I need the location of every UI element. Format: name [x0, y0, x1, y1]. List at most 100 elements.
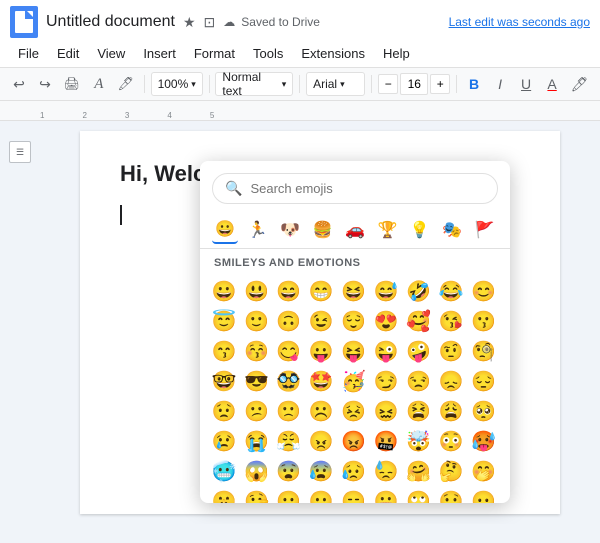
print-button[interactable]: 🖨 [60, 72, 84, 96]
menu-edit[interactable]: Edit [49, 42, 87, 65]
emoji-cell[interactable]: 🥸 [275, 367, 303, 395]
emoji-cell[interactable]: 😦 [470, 487, 498, 503]
emoji-cell[interactable]: 😒 [405, 367, 433, 395]
spellcheck-button[interactable]: A [88, 72, 110, 96]
emoji-search-input[interactable] [250, 181, 485, 196]
emoji-cell[interactable]: 😟 [210, 397, 238, 425]
italic-button[interactable]: I [489, 72, 511, 96]
emoji-cell[interactable]: 😰 [307, 457, 335, 485]
emoji-cell[interactable]: 😖 [372, 397, 400, 425]
emoji-cell[interactable]: 😗 [470, 307, 498, 335]
emoji-cell[interactable]: 😉 [307, 307, 335, 335]
category-travel[interactable]: 🚗 [342, 216, 368, 244]
star-icon[interactable]: ★ [181, 12, 198, 33]
menu-tools[interactable]: Tools [245, 42, 291, 65]
zoom-select[interactable]: 100% ▾ [151, 72, 203, 96]
emoji-cell[interactable]: 😨 [275, 457, 303, 485]
emoji-cell[interactable]: 😯 [437, 487, 465, 503]
emoji-cell[interactable]: 😱 [242, 457, 270, 485]
menu-view[interactable]: View [89, 42, 133, 65]
page-area[interactable]: Hi, Welcome to The Techviral! 🔍 😀 🏃 🐶 🍔 … [40, 121, 600, 524]
document-page[interactable]: Hi, Welcome to The Techviral! 🔍 😀 🏃 🐶 🍔 … [80, 131, 560, 514]
menu-extensions[interactable]: Extensions [293, 42, 373, 65]
style-select[interactable]: Normal text ▾ [215, 72, 293, 96]
emoji-cell[interactable]: 😝 [340, 337, 368, 365]
emoji-cell[interactable]: 😂 [437, 277, 465, 305]
emoji-cell[interactable]: 😋 [275, 337, 303, 365]
emoji-cell[interactable]: 🥳 [340, 367, 368, 395]
emoji-cell[interactable]: 🤓 [210, 367, 238, 395]
underline-button[interactable]: U [515, 72, 537, 96]
emoji-cell[interactable]: 🤭 [470, 457, 498, 485]
emoji-cell[interactable]: 🙁 [275, 397, 303, 425]
text-color-button[interactable]: A [541, 72, 563, 96]
emoji-cell[interactable]: 😘 [437, 307, 465, 335]
emoji-cell[interactable]: 😶 [275, 487, 303, 503]
emoji-cell[interactable]: 😜 [372, 337, 400, 365]
emoji-cell[interactable]: 🤥 [242, 487, 270, 503]
emoji-cell[interactable]: 😃 [242, 277, 270, 305]
emoji-cell[interactable]: 😅 [372, 277, 400, 305]
undo-button[interactable]: ↩ [8, 72, 30, 96]
emoji-cell[interactable]: 😓 [372, 457, 400, 485]
emoji-cell[interactable]: 😚 [242, 337, 270, 365]
emoji-cell[interactable]: 🥰 [405, 307, 433, 335]
emoji-cell[interactable]: 😁 [307, 277, 335, 305]
emoji-cell[interactable]: 🤨 [437, 337, 465, 365]
emoji-cell[interactable]: 😠 [307, 427, 335, 455]
redo-button[interactable]: ↪ [34, 72, 56, 96]
emoji-cell[interactable]: 😙 [210, 337, 238, 365]
emoji-cell[interactable]: 😇 [210, 307, 238, 335]
emoji-cell[interactable]: 😬 [372, 487, 400, 503]
emoji-cell[interactable]: 🥺 [470, 397, 498, 425]
font-size-input[interactable] [400, 73, 428, 95]
emoji-cell[interactable]: 😥 [340, 457, 368, 485]
category-symbols[interactable]: 🎭 [439, 216, 465, 244]
emoji-cell[interactable]: 😄 [275, 277, 303, 305]
emoji-cell[interactable]: 🤩 [307, 367, 335, 395]
emoji-cell[interactable]: 😭 [242, 427, 270, 455]
bold-button[interactable]: B [463, 72, 485, 96]
font-size-decrease[interactable]: − [378, 74, 398, 94]
emoji-cell[interactable]: 🤯 [405, 427, 433, 455]
emoji-cell[interactable]: 🤬 [372, 427, 400, 455]
emoji-cell[interactable]: 🧐 [470, 337, 498, 365]
emoji-cell[interactable]: 😔 [470, 367, 498, 395]
last-edit-link[interactable]: Last edit was seconds ago [449, 15, 590, 29]
emoji-cell[interactable]: 🥶 [210, 457, 238, 485]
emoji-cell[interactable]: 😛 [307, 337, 335, 365]
emoji-cell[interactable]: 😫 [405, 397, 433, 425]
emoji-cell[interactable]: 😍 [372, 307, 400, 335]
emoji-cell[interactable]: 🤫 [210, 487, 238, 503]
paint-format-button[interactable]: 🖊 [114, 72, 138, 96]
folder-icon[interactable]: ⊡ [202, 12, 218, 33]
emoji-cell[interactable]: 🙄 [405, 487, 433, 503]
category-objects[interactable]: 💡 [407, 216, 433, 244]
emoji-cell[interactable]: 😕 [242, 397, 270, 425]
emoji-cell[interactable]: 😎 [242, 367, 270, 395]
menu-insert[interactable]: Insert [135, 42, 184, 65]
category-people[interactable]: 🏃 [244, 216, 270, 244]
emoji-cell[interactable]: 😊 [470, 277, 498, 305]
sidebar-outline-icon[interactable]: ☰ [9, 141, 31, 163]
menu-format[interactable]: Format [186, 42, 243, 65]
emoji-cell[interactable]: 🙃 [275, 307, 303, 335]
emoji-cell[interactable]: 😡 [340, 427, 368, 455]
emoji-cell[interactable]: 😢 [210, 427, 238, 455]
category-activities[interactable]: 🏆 [374, 216, 400, 244]
emoji-cell[interactable]: 😏 [372, 367, 400, 395]
category-flags[interactable]: 🚩 [472, 216, 498, 244]
emoji-cell[interactable]: 🥵 [470, 427, 498, 455]
emoji-cell[interactable]: ☹️ [307, 397, 335, 425]
menu-file[interactable]: File [10, 42, 47, 65]
emoji-cell[interactable]: 🤔 [437, 457, 465, 485]
highlight-button[interactable]: 🖊 [567, 72, 592, 96]
emoji-cell[interactable]: 😞 [437, 367, 465, 395]
emoji-cell[interactable]: 😣 [340, 397, 368, 425]
emoji-cell[interactable]: 🤣 [405, 277, 433, 305]
cloud-icon[interactable]: ☁ [221, 13, 237, 31]
category-smileys[interactable]: 😀 [212, 216, 238, 244]
emoji-cell[interactable]: 😤 [275, 427, 303, 455]
category-food[interactable]: 🍔 [309, 216, 335, 244]
emoji-cell[interactable]: 😆 [340, 277, 368, 305]
